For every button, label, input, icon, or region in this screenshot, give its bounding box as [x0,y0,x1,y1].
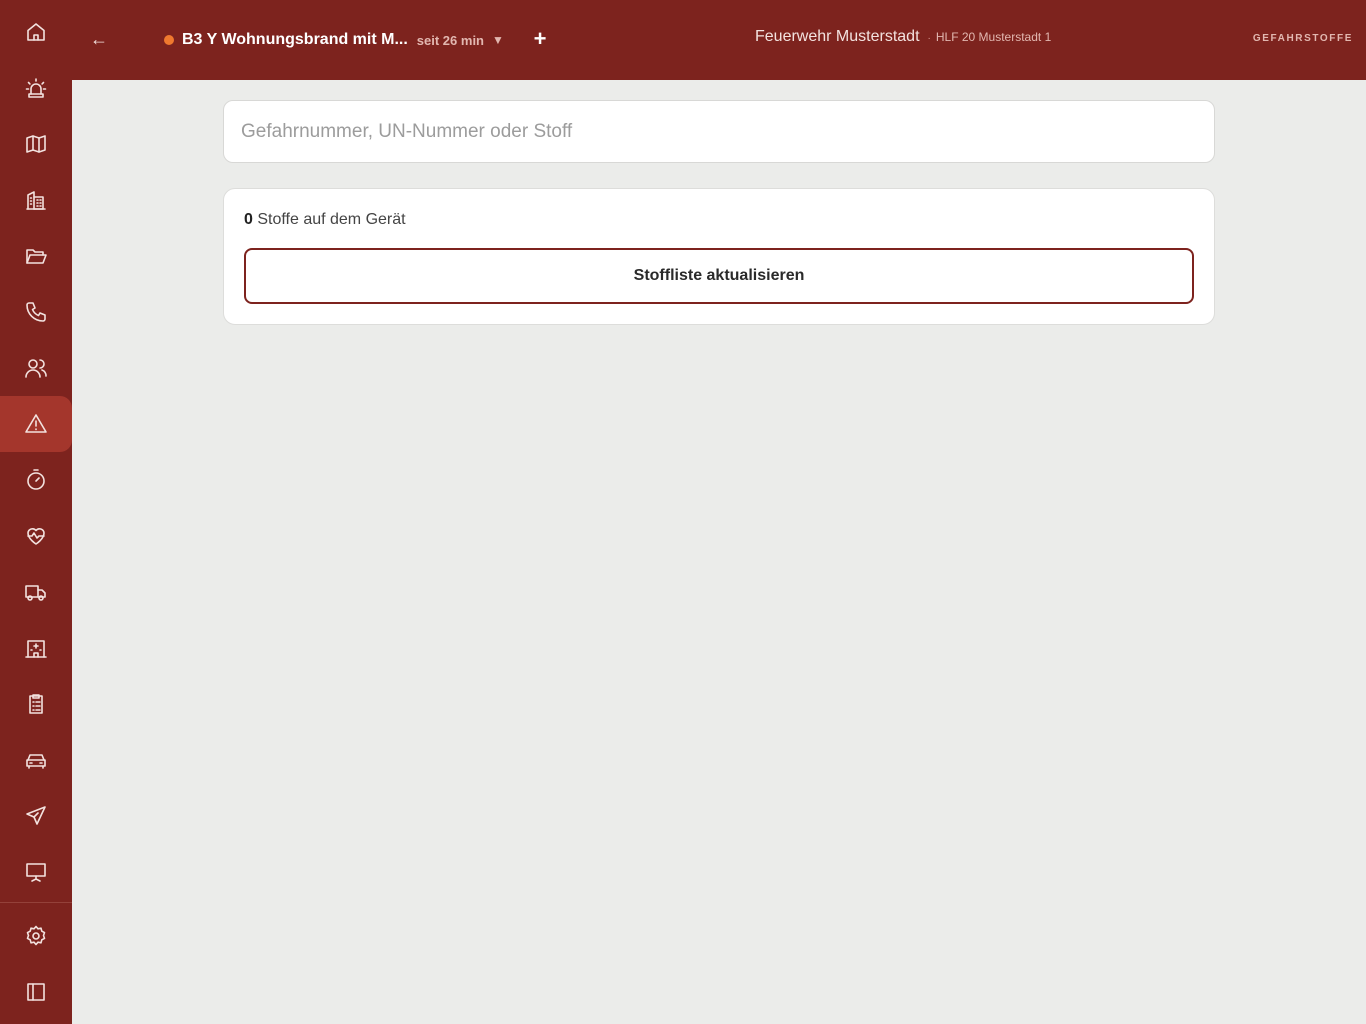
nav-hazmat[interactable] [0,396,72,452]
phone-icon [26,302,46,322]
nav-aviation[interactable] [0,788,72,844]
top-bar: ← B3 Y Wohnungsbrand mit M... seit 26 mi… [72,0,1366,80]
nav-vehicles[interactable] [0,564,72,620]
heart-pulse-icon [27,528,45,545]
section-label: GEFAHRSTOFFE [1252,33,1353,44]
nav-collapse[interactable] [0,964,72,1020]
gear-icon [26,925,46,946]
sidebar-toggle-icon [27,983,45,1001]
chevron-down-icon: ▼ [492,33,504,47]
nav-alarm[interactable] [0,60,72,116]
refresh-substances-button[interactable]: Stoffliste aktualisieren [244,248,1194,304]
clipboard-icon [29,694,43,714]
org-info: Feuerwehr Musterstadt · HLF 20 Mustersta… [755,28,1051,46]
plus-icon: + [533,26,547,51]
incident-selector[interactable]: B3 Y Wohnungsbrand mit M... seit 26 min … [164,26,504,54]
truck-icon [25,585,46,601]
nav-home[interactable] [0,4,72,60]
timer-icon [27,469,45,490]
nav-car[interactable] [0,732,72,788]
sidebar-nav [0,0,72,1024]
nav-presentation[interactable] [0,844,72,900]
incident-duration: seit 26 min [416,32,484,48]
nav-buildings[interactable] [0,172,72,228]
folder-open-icon [26,249,47,264]
home-icon [27,23,45,41]
back-button[interactable]: ← [88,25,110,53]
add-incident-button[interactable]: + [530,25,550,53]
substance-count-line: 0 Stoffe auf dem Gerät [244,211,406,229]
nav-settings[interactable] [0,908,72,964]
arrow-left-icon: ← [90,29,108,49]
hospital-icon [25,640,47,658]
nav-hospital[interactable] [0,620,72,676]
vehicle-name: HLF 20 Musterstadt 1 [935,30,1052,44]
nav-checklist[interactable] [0,676,72,732]
presentation-icon [26,863,46,882]
plane-icon [26,806,46,825]
incident-title: B3 Y Wohnungsbrand mit M... [182,31,408,48]
nav-documents[interactable] [0,228,72,284]
status-dot [164,35,174,45]
nav-timer[interactable] [0,452,72,508]
search-input[interactable] [224,101,1214,162]
map-icon [26,135,46,153]
car-icon [26,754,46,769]
separator-dot: · [927,33,931,44]
building-icon [26,191,46,210]
siren-icon [25,78,47,98]
sidebar-divider [0,902,72,903]
org-name: Feuerwehr Musterstadt [755,28,920,45]
users-icon [25,359,47,378]
search-box [223,100,1215,163]
substances-card: 0 Stoffe auf dem Gerät Stoffliste aktual… [223,188,1215,325]
nav-map[interactable] [0,116,72,172]
nav-people[interactable] [0,340,72,396]
substance-count: 0 [244,211,253,228]
substance-count-label: Stoffe auf dem Gerät [257,211,406,228]
nav-phone[interactable] [0,284,72,340]
nav-medical[interactable] [0,508,72,564]
warning-icon [25,414,47,433]
